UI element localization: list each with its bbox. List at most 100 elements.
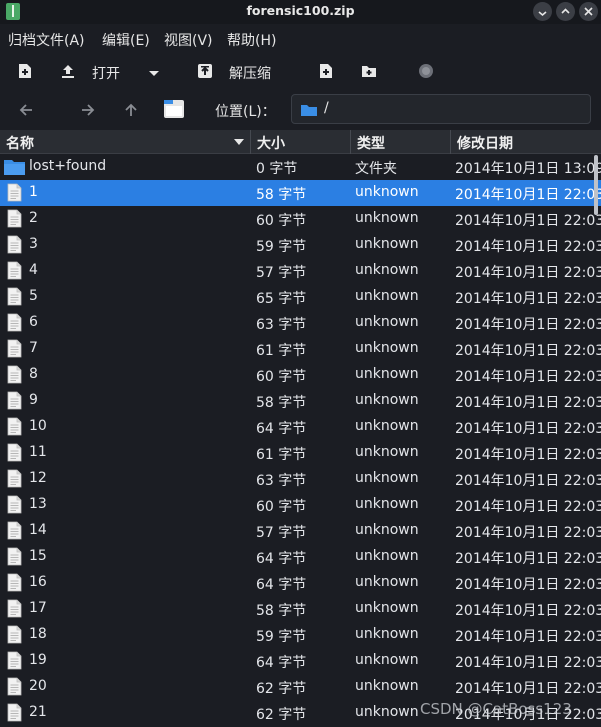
minimize-icon <box>538 11 547 17</box>
menu-help[interactable]: 帮助(H) <box>227 30 276 50</box>
table-row[interactable]: 6 63 字节 unknown 2014年10月1日 22:03 <box>0 310 601 336</box>
file-size: 62 字节 <box>256 681 307 697</box>
file-name: 12 <box>29 470 47 486</box>
add-files-icon[interactable] <box>318 63 334 79</box>
close-button[interactable] <box>579 2 598 21</box>
location-field[interactable]: / <box>291 94 591 124</box>
file-icon <box>7 573 22 592</box>
table-row[interactable]: 9 58 字节 unknown 2014年10月1日 22:03 <box>0 388 601 414</box>
table-row[interactable]: 2 60 字节 unknown 2014年10月1日 22:03 <box>0 206 601 232</box>
table-row[interactable]: 16 64 字节 unknown 2014年10月1日 22:03 <box>0 570 601 596</box>
file-name: 4 <box>29 262 38 278</box>
table-row[interactable]: 11 61 字节 unknown 2014年10月1日 22:03 <box>0 440 601 466</box>
file-size: 61 字节 <box>256 343 307 359</box>
file-size: 60 字节 <box>256 369 307 385</box>
file-icon <box>7 443 22 462</box>
file-modified: 2014年10月1日 22:03 <box>455 603 601 619</box>
file-icon <box>7 677 22 696</box>
file-modified: 2014年10月1日 22:03 <box>455 369 601 385</box>
file-modified: 2014年10月1日 22:03 <box>455 551 601 567</box>
file-modified: 2014年10月1日 22:03 <box>455 239 601 255</box>
file-icon <box>7 261 22 280</box>
file-type: unknown <box>355 262 419 278</box>
stop-icon[interactable] <box>418 63 434 79</box>
menu-view[interactable]: 视图(V) <box>164 30 213 50</box>
table-row[interactable]: 10 64 字节 unknown 2014年10月1日 22:03 <box>0 414 601 440</box>
file-type: unknown <box>355 418 419 434</box>
file-name: 2 <box>29 210 38 226</box>
up-arrow-icon[interactable] <box>122 101 140 119</box>
table-row[interactable]: 15 64 字节 unknown 2014年10月1日 22:03 <box>0 544 601 570</box>
table-row[interactable]: 8 60 字节 unknown 2014年10月1日 22:03 <box>0 362 601 388</box>
table-row[interactable]: 4 57 字节 unknown 2014年10月1日 22:03 <box>0 258 601 284</box>
add-folder-icon[interactable] <box>361 63 377 79</box>
file-type: unknown <box>355 678 419 694</box>
folder-icon <box>301 105 317 116</box>
file-type: 文件夹 <box>355 161 397 177</box>
close-icon <box>584 7 593 16</box>
file-type: unknown <box>355 652 419 668</box>
file-name: 13 <box>29 496 47 512</box>
column-name[interactable]: 名称 <box>0 130 251 154</box>
column-modified[interactable]: 修改日期 <box>451 130 601 154</box>
menu-edit[interactable]: 编辑(E) <box>102 30 150 50</box>
open-dropdown-icon[interactable] <box>146 66 162 82</box>
column-type-label: 类型 <box>357 136 385 152</box>
file-type: unknown <box>355 236 419 252</box>
file-name: 7 <box>29 340 38 356</box>
menu-archive[interactable]: 归档文件(A) <box>8 30 85 50</box>
file-type: unknown <box>355 340 419 356</box>
file-icon <box>7 651 22 670</box>
file-icon <box>7 625 22 644</box>
file-size: 64 字节 <box>256 421 307 437</box>
file-name: 21 <box>29 704 47 720</box>
new-archive-icon[interactable] <box>17 63 33 79</box>
file-modified: 2014年10月1日 22:03 <box>455 395 601 411</box>
file-modified: 2014年10月1日 22:03 <box>455 577 601 593</box>
sort-descending-icon <box>234 139 244 145</box>
location-bar: 位置(L)： / <box>0 90 601 130</box>
column-type[interactable]: 类型 <box>351 130 451 154</box>
file-type: unknown <box>355 496 419 512</box>
file-size: 64 字节 <box>256 551 307 567</box>
table-row[interactable]: 12 63 字节 unknown 2014年10月1日 22:03 <box>0 466 601 492</box>
table-row[interactable]: 13 60 字节 unknown 2014年10月1日 22:03 <box>0 492 601 518</box>
table-row[interactable]: 17 58 字节 unknown 2014年10月1日 22:03 <box>0 596 601 622</box>
file-modified: 2014年10月1日 22:03 <box>455 187 601 203</box>
file-modified: 2014年10月1日 22:03 <box>455 291 601 307</box>
table-row[interactable]: 20 62 字节 unknown 2014年10月1日 22:03 <box>0 674 601 700</box>
file-modified: 2014年10月1日 22:03 <box>455 265 601 281</box>
file-size: 58 字节 <box>256 395 307 411</box>
file-size: 59 字节 <box>256 239 307 255</box>
table-row[interactable]: 5 65 字节 unknown 2014年10月1日 22:03 <box>0 284 601 310</box>
table-row[interactable]: 3 59 字节 unknown 2014年10月1日 22:03 <box>0 232 601 258</box>
menu-bar: 归档文件(A) 编辑(E) 视图(V) 帮助(H) <box>0 24 601 54</box>
file-icon <box>7 495 22 514</box>
upload-icon[interactable] <box>60 63 76 79</box>
file-name: 11 <box>29 444 47 460</box>
forward-arrow-icon[interactable] <box>79 101 97 119</box>
column-size[interactable]: 大小 <box>251 130 351 154</box>
scrollbar[interactable] <box>594 155 598 215</box>
extract-button[interactable]: 解压缩 <box>229 63 271 83</box>
open-button[interactable]: 打开 <box>92 63 120 83</box>
file-modified: 2014年10月1日 22:03 <box>455 213 601 229</box>
back-arrow-icon[interactable] <box>17 101 35 119</box>
extract-icon[interactable] <box>197 63 213 79</box>
file-name: 10 <box>29 418 47 434</box>
table-row[interactable]: 18 59 字节 unknown 2014年10月1日 22:03 <box>0 622 601 648</box>
file-size: 58 字节 <box>256 187 307 203</box>
file-icon <box>7 703 22 722</box>
file-type: unknown <box>355 444 419 460</box>
home-folder-icon[interactable] <box>163 99 185 119</box>
file-name: 16 <box>29 574 47 590</box>
file-modified: 2014年10月1日 13:09 <box>455 161 601 177</box>
table-row[interactable]: 19 64 字节 unknown 2014年10月1日 22:03 <box>0 648 601 674</box>
table-row[interactable]: 14 57 字节 unknown 2014年10月1日 22:03 <box>0 518 601 544</box>
file-size: 59 字节 <box>256 629 307 645</box>
table-row[interactable]: lost+found 0 字节 文件夹 2014年10月1日 13:09 <box>0 154 601 180</box>
table-row[interactable]: 7 61 字节 unknown 2014年10月1日 22:03 <box>0 336 601 362</box>
table-row[interactable]: 1 58 字节 unknown 2014年10月1日 22:03 <box>0 180 601 206</box>
maximize-button[interactable] <box>556 2 575 21</box>
minimize-button[interactable] <box>533 2 552 21</box>
